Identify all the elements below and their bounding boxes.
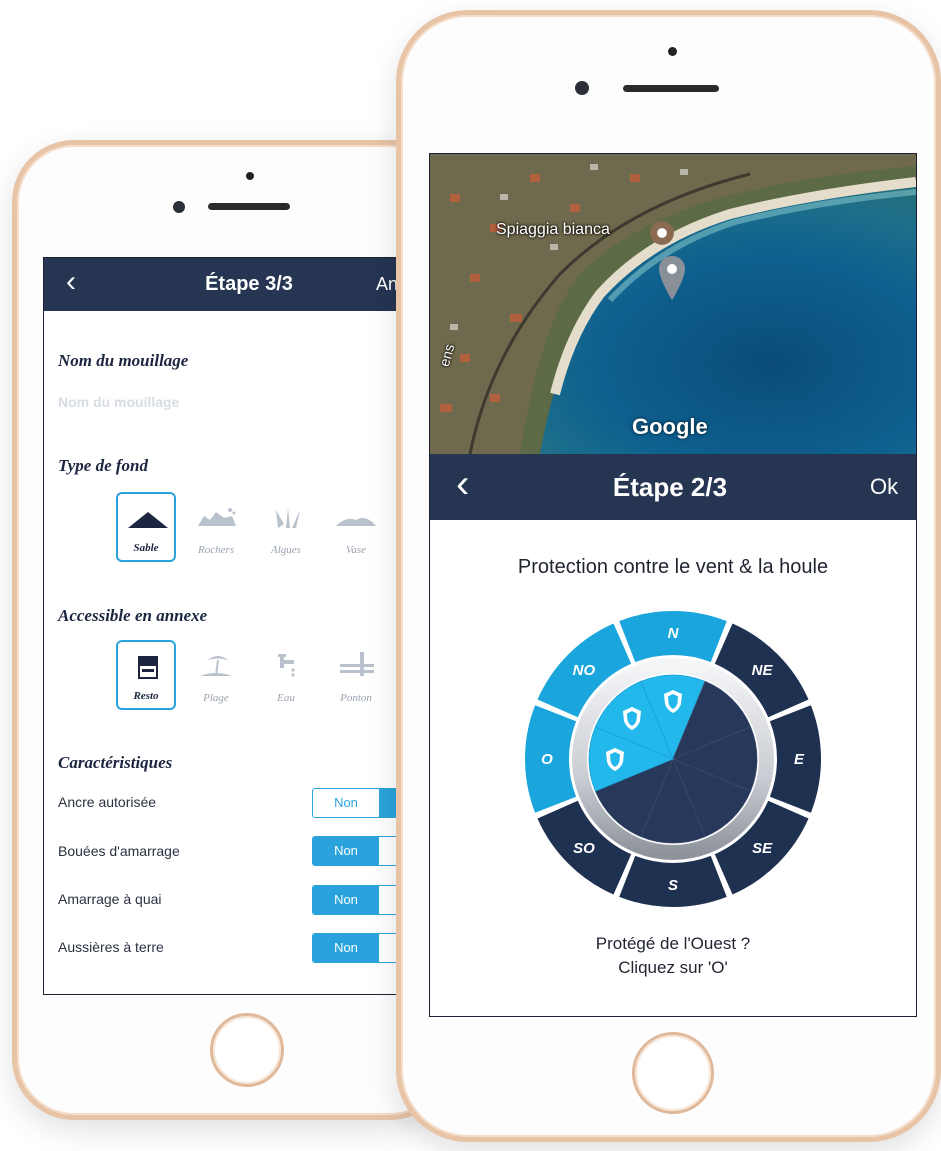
- header-bar: ‹ Étape 2/3 Ok: [430, 454, 916, 520]
- bottom-option-algues[interactable]: Algues: [256, 492, 316, 562]
- annex-option-ponton[interactable]: Ponton: [326, 640, 386, 710]
- compass-label-n: N: [668, 625, 680, 642]
- front-camera: [575, 81, 589, 95]
- sand-icon: [128, 512, 168, 528]
- google-logo: Google: [632, 414, 708, 439]
- annex-option-label: Resto: [133, 690, 159, 702]
- rocks-icon: [198, 508, 236, 526]
- home-button[interactable]: [632, 1032, 714, 1114]
- section-title-name: Nom du mouillage: [58, 351, 189, 370]
- phone-back: ‹ Étape 3/3 An Nom du mouillage Nom du m…: [12, 140, 452, 1120]
- compass-label-ne: NE: [752, 662, 774, 679]
- bottom-option-label: Rochers: [197, 544, 235, 556]
- front-camera: [173, 201, 185, 213]
- phone-front: Spiaggia bianca ens Google ‹ Étape 2/3 O…: [396, 10, 941, 1142]
- compass-label-e: E: [794, 751, 805, 768]
- screen-etape-2: Spiaggia bianca ens Google ‹ Étape 2/3 O…: [429, 153, 917, 1017]
- earpiece-speaker: [208, 203, 290, 210]
- page-title: Étape 2/3: [612, 472, 728, 502]
- toggle-option-non[interactable]: Non: [313, 886, 379, 914]
- bottom-option-label: Algues: [271, 544, 301, 556]
- name-input[interactable]: Nom du mouillage: [58, 394, 179, 410]
- bottom-option-label: Sable: [133, 542, 159, 554]
- bottom-option-sable[interactable]: Sable: [116, 492, 176, 562]
- volume-button: [12, 345, 16, 405]
- volume-button: [12, 425, 16, 485]
- water-tap-icon: [278, 654, 295, 677]
- ok-button[interactable]: Ok: [870, 474, 898, 500]
- hint-line-2: Cliquez sur 'O': [618, 958, 728, 977]
- map-place-label: Spiaggia bianca: [496, 221, 610, 238]
- instruction-title: Protection contre le vent & la houle: [517, 556, 829, 578]
- annex-option-eau[interactable]: Eau: [256, 640, 316, 710]
- bottom-option-rochers[interactable]: Rochers: [186, 492, 246, 562]
- section-title-bottom-type: Type de fond: [58, 456, 149, 475]
- beach-icon: [200, 656, 232, 677]
- front-sensor: [246, 172, 254, 180]
- annex-option-label: Plage: [203, 692, 229, 704]
- section-title-features: Caractéristiques: [58, 753, 173, 772]
- satellite-map[interactable]: Spiaggia bianca ens Google: [430, 154, 916, 454]
- feature-label-shore-lines: Aussières à terre: [58, 939, 164, 955]
- compass-label-o: O: [541, 751, 553, 768]
- feature-label-buoys: Bouées d'amarrage: [58, 843, 180, 859]
- compass-label-so: SO: [573, 840, 595, 857]
- bottom-option-label: Vase: [345, 544, 367, 556]
- location-pin-icon[interactable]: [656, 254, 688, 302]
- front-sensor: [668, 47, 677, 56]
- toggle-option-non[interactable]: Non: [313, 934, 379, 962]
- place-marker-icon[interactable]: [649, 220, 675, 246]
- chevron-left-icon[interactable]: ‹: [66, 266, 76, 298]
- seaweed-icon: [276, 508, 300, 528]
- wind-compass[interactable]: N NE E SE S SO O NO: [523, 609, 823, 909]
- header-right-button[interactable]: An: [376, 274, 398, 295]
- bottom-option-vase[interactable]: Vase: [326, 492, 386, 562]
- annex-option-resto[interactable]: Resto: [116, 640, 176, 710]
- annex-option-label: Ponton: [340, 692, 372, 704]
- volume-button: [12, 275, 16, 315]
- header-bar: ‹ Étape 3/3 An: [44, 258, 444, 311]
- screen-etape-3: ‹ Étape 3/3 An Nom du mouillage Nom du m…: [43, 257, 445, 995]
- earpiece-speaker: [623, 85, 719, 92]
- restaurant-icon: [138, 656, 158, 679]
- compass-label-no: NO: [573, 662, 596, 679]
- toggle-option-non[interactable]: Non: [313, 789, 379, 817]
- annex-option-plage[interactable]: Plage: [186, 640, 246, 710]
- toggle-option-non[interactable]: Non: [313, 837, 379, 865]
- home-button[interactable]: [210, 1013, 284, 1087]
- compass-label-se: SE: [752, 840, 773, 857]
- page-title: Étape 3/3: [205, 273, 293, 295]
- hint-line-1: Protégé de l'Ouest ?: [595, 934, 751, 953]
- pontoon-icon: [340, 652, 374, 676]
- compass-label-s: S: [668, 877, 678, 894]
- chevron-left-icon[interactable]: ‹: [456, 464, 469, 504]
- section-title-annex: Accessible en annexe: [58, 606, 208, 625]
- mud-icon: [336, 518, 376, 526]
- feature-label-quay: Amarrage à quai: [58, 891, 162, 907]
- feature-label-anchor: Ancre autorisée: [58, 794, 157, 810]
- map-terrain: [430, 154, 916, 454]
- annex-option-label: Eau: [277, 692, 295, 704]
